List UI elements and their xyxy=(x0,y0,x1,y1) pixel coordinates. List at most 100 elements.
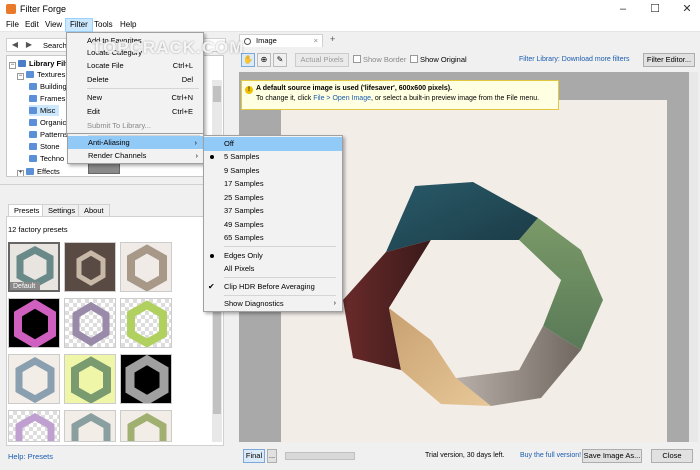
info-icon: ! xyxy=(245,86,253,94)
preset-thumbnail[interactable] xyxy=(64,242,116,292)
preset-preview xyxy=(71,412,111,441)
tree-item[interactable]: Stone xyxy=(29,141,60,152)
eyedropper-icon[interactable]: ✎ xyxy=(273,53,287,67)
tab-settings[interactable]: Settings xyxy=(42,204,82,216)
submenu-item-5-samples[interactable]: 5 Samples xyxy=(204,150,342,164)
actual-pixels-button[interactable]: Actual Pixels xyxy=(295,53,349,67)
menu-view[interactable]: View xyxy=(41,18,66,32)
preset-count: 12 factory presets xyxy=(8,225,68,234)
trial-status: Trial version, 30 days left. xyxy=(425,452,505,459)
tree-item[interactable]: Organic xyxy=(29,117,66,128)
window-title: Filter Forge xyxy=(20,4,67,14)
preset-preview xyxy=(127,300,167,347)
filter-library-link[interactable]: Filter Library: Download more filters xyxy=(519,56,629,63)
tab-about[interactable]: About xyxy=(78,204,110,216)
hint-line-1: A default source image is used ('lifesav… xyxy=(256,85,453,92)
submenu-item-65-samples[interactable]: 65 Samples xyxy=(204,231,342,245)
close-tab-icon[interactable]: × xyxy=(314,35,318,47)
preset-preview xyxy=(127,244,167,291)
back-icon[interactable]: ◀ xyxy=(9,40,21,50)
preset-thumbnail[interactable] xyxy=(64,410,116,442)
preset-thumbnail[interactable] xyxy=(120,242,172,292)
preset-thumbnail[interactable] xyxy=(8,354,60,404)
menu-item-render-channels[interactable]: Render Channels › xyxy=(68,149,204,162)
tree-item[interactable]: Patterns xyxy=(29,129,68,140)
tree-effects[interactable]: + Effects xyxy=(17,166,60,176)
zoom-tool-icon[interactable]: ⊕ xyxy=(257,53,271,67)
preset-thumbnail-selected[interactable]: Default xyxy=(8,242,60,292)
anti-aliasing-submenu: Off 5 Samples 9 Samples 17 Samples 25 Sa… xyxy=(203,135,343,312)
menu-item-anti-aliasing[interactable]: Anti-Aliasing › xyxy=(68,136,203,149)
submenu-item-49-samples[interactable]: 49 Samples xyxy=(204,218,342,232)
save-image-button[interactable]: Save Image As... xyxy=(582,449,642,463)
preset-thumbnail[interactable] xyxy=(8,410,60,442)
menu-item-submit-to-library[interactable]: Submit To Library... xyxy=(67,119,203,132)
submenu-item-25-samples[interactable]: 25 Samples xyxy=(204,191,342,205)
tree-item[interactable]: Building xyxy=(29,81,67,92)
search-label[interactable]: Search xyxy=(43,40,67,51)
open-image-link[interactable]: File > Open Image xyxy=(313,95,371,102)
submenu-item-9-samples[interactable]: 9 Samples xyxy=(204,164,342,178)
submenu-item-clip-hdr[interactable]: ✔ Clip HDR Before Averaging xyxy=(204,280,342,294)
menu-item-new[interactable]: New Ctrl+N xyxy=(67,91,203,104)
show-original-checkbox[interactable]: Show Original xyxy=(410,55,467,64)
preset-preview xyxy=(15,356,55,403)
tree-item[interactable]: Frames xyxy=(29,93,65,104)
forward-icon[interactable]: ▶ xyxy=(23,40,35,50)
tree-root[interactable]: − Library Filte xyxy=(9,58,72,69)
render-progress-bar xyxy=(285,452,355,460)
document-tab[interactable]: Image × xyxy=(239,34,323,47)
final-button[interactable]: Final xyxy=(243,449,265,463)
tree-item[interactable]: Techno xyxy=(29,153,64,164)
show-border-checkbox[interactable]: Show Border xyxy=(353,55,406,64)
submenu-item-37-samples[interactable]: 37 Samples xyxy=(204,204,342,218)
close-button[interactable]: Close xyxy=(651,449,693,463)
scrollbar-thumb[interactable] xyxy=(213,86,221,102)
new-tab-button[interactable]: + xyxy=(330,34,335,44)
tree-textures[interactable]: − Textures xyxy=(17,69,65,80)
menu-tools[interactable]: Tools xyxy=(90,18,117,32)
status-bar: Final ... Trial version, 30 days left. B… xyxy=(239,448,697,464)
preset-thumbnail[interactable] xyxy=(120,354,172,404)
tab-presets[interactable]: Presets xyxy=(8,204,46,216)
submenu-item-show-diagnostics[interactable]: Show Diagnostics › xyxy=(204,297,342,311)
preset-thumbnail[interactable] xyxy=(120,298,172,348)
filter-menu-continued: Anti-Aliasing › Render Channels › xyxy=(67,134,204,164)
app-icon xyxy=(6,4,16,14)
render-options-button[interactable]: ... xyxy=(267,449,277,463)
menu-edit[interactable]: Edit xyxy=(21,18,43,32)
preset-thumbnail[interactable] xyxy=(8,298,60,348)
menu-item-edit[interactable]: Edit Ctrl+E xyxy=(67,105,203,118)
submenu-item-edges-only[interactable]: Edges Only xyxy=(204,249,342,263)
menu-item-locate-file[interactable]: Locate File Ctrl+L xyxy=(67,59,203,72)
preset-thumbnail[interactable] xyxy=(64,298,116,348)
maximize-button[interactable]: ☐ xyxy=(644,0,666,18)
buy-link[interactable]: Buy the full version! xyxy=(520,452,581,459)
source-image-hint: ! A default source image is used ('lifes… xyxy=(241,80,559,110)
close-window-button[interactable]: ✕ xyxy=(676,0,698,18)
radio-dot-icon xyxy=(210,254,214,258)
help-presets-link[interactable]: Help: Presets xyxy=(8,452,53,461)
preset-default-label: Default xyxy=(13,283,36,290)
radio-dot-icon xyxy=(210,155,214,159)
document-tab-title: Image xyxy=(256,36,277,45)
tree-item-selected[interactable]: Misc xyxy=(29,105,60,116)
canvas-scrollbar[interactable] xyxy=(689,72,698,442)
submenu-item-off[interactable]: Off xyxy=(204,137,342,151)
menu-filter[interactable]: Filter xyxy=(65,18,93,32)
minimize-button[interactable]: – xyxy=(612,0,634,18)
submenu-item-17-samples[interactable]: 17 Samples xyxy=(204,177,342,191)
menu-separator xyxy=(87,88,199,89)
submenu-item-all-pixels[interactable]: All Pixels xyxy=(204,262,342,276)
preset-thumbnail[interactable] xyxy=(120,410,172,442)
preset-preview xyxy=(14,299,56,347)
menu-item-delete[interactable]: Delete Del xyxy=(67,73,203,86)
preset-thumbnail[interactable] xyxy=(64,354,116,404)
menu-file[interactable]: File xyxy=(2,18,23,32)
menu-help[interactable]: Help xyxy=(116,18,140,32)
watermark: TOPCRACK.COM xyxy=(92,38,245,57)
menu-separator xyxy=(224,246,336,247)
filter-editor-button[interactable]: Filter Editor... xyxy=(643,53,695,67)
preset-preview xyxy=(125,355,169,403)
preset-preview xyxy=(127,412,167,441)
